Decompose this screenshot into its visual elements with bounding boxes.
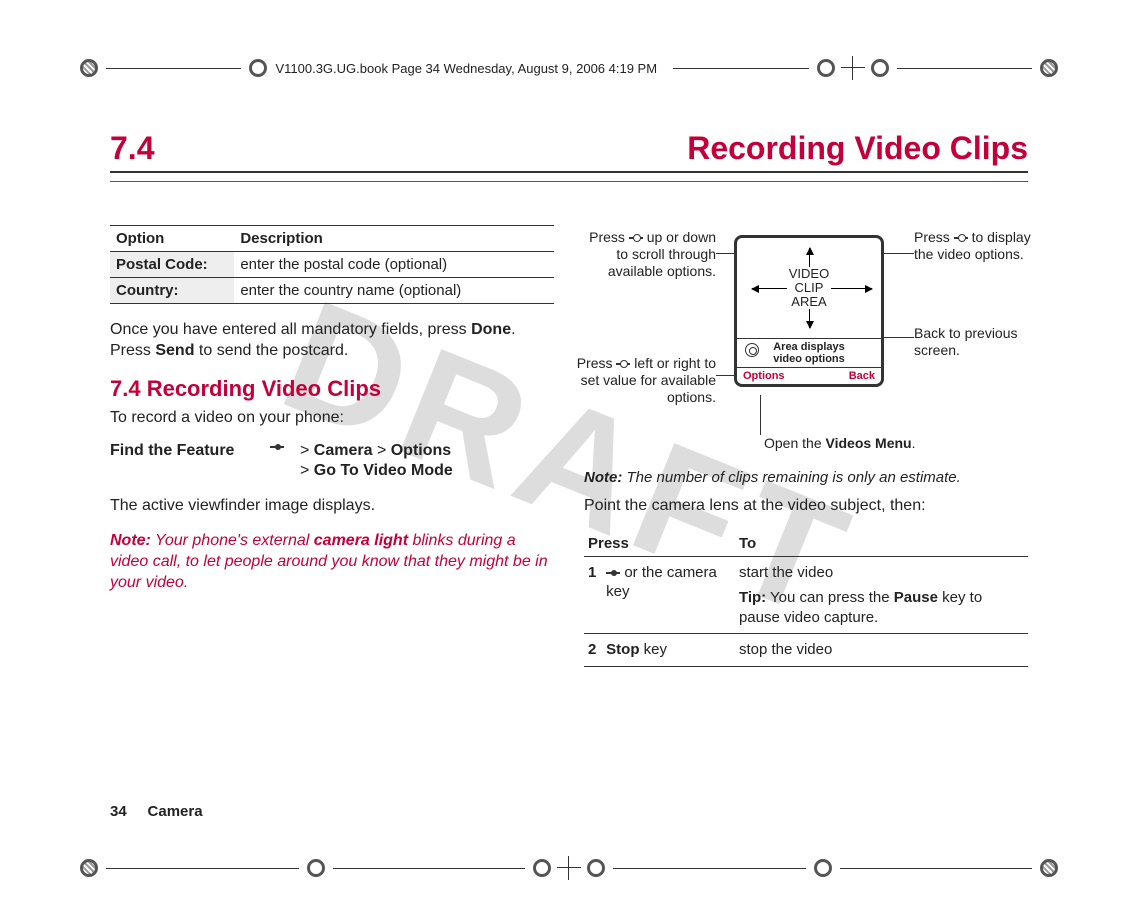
option-table: Option Description Postal Code: enter th… <box>110 225 554 304</box>
ring-marker-icon <box>1040 859 1058 877</box>
page-footer: 34 Camera <box>110 803 203 820</box>
page-top-header: V1100.3G.UG.book Page 34 Wednesday, Augu… <box>80 56 1058 80</box>
book-tag: V1100.3G.UG.book Page 34 Wednesday, Augu… <box>275 61 657 76</box>
ring-marker-icon <box>814 859 832 877</box>
rule-line <box>673 68 808 69</box>
callout-scroll: Press up or down to scroll through avail… <box>576 229 716 279</box>
ring-marker-icon <box>307 859 325 877</box>
table-row: Country: enter the country name (optiona… <box>110 278 554 304</box>
find-the-feature: Find the Feature > Camera > Options > Go… <box>110 442 554 480</box>
description-cell: enter the country name (optional) <box>234 278 554 304</box>
nav-key-icon <box>270 442 284 452</box>
section-number: 7.4 <box>110 130 154 167</box>
video-mode-diagram: Press up or down to scroll through avail… <box>584 225 1028 465</box>
crop-mark-icon <box>533 856 605 880</box>
callout-left-right: Press left or right to set value for ava… <box>576 355 716 405</box>
option-table-header: Description <box>234 226 554 252</box>
paragraph: Point the camera lens at the video subje… <box>584 496 1028 517</box>
feature-label: Find the Feature <box>110 442 270 480</box>
phone-screen-mockup: VIDEOCLIPAREA Area displays video option… <box>734 235 884 387</box>
step-table-header: Press <box>584 531 735 557</box>
nav-indicator-icon <box>745 343 759 357</box>
ring-marker-icon <box>249 59 267 77</box>
crop-mark-icon <box>817 56 889 80</box>
nav-key-icon <box>616 359 630 369</box>
section-header: 7.4 Recording Video Clips <box>110 130 1028 173</box>
step-table: Press To 1 or the camera key start the v… <box>584 531 1028 667</box>
callout-back: Back to previous screen. <box>914 325 1034 359</box>
section-title: Recording Video Clips <box>687 130 1028 167</box>
left-column: Option Description Postal Code: enter th… <box>110 225 554 667</box>
paragraph: To record a video on your phone: <box>110 408 554 429</box>
rule-line <box>106 68 241 69</box>
nav-key-icon <box>606 568 620 578</box>
note-text: Note: Your phone's external camera light… <box>110 531 554 593</box>
page-number: 34 <box>110 803 127 820</box>
ring-marker-icon <box>80 859 98 877</box>
step-table-header: To <box>735 531 1028 557</box>
table-row: Postal Code: enter the postal code (opti… <box>110 252 554 278</box>
video-clip-area-label: VIDEOCLIPAREA <box>787 267 831 310</box>
chapter-name: Camera <box>148 803 203 820</box>
paragraph: The active viewfinder image displays. <box>110 496 554 517</box>
ring-marker-icon <box>1040 59 1058 77</box>
option-cell: Country: <box>110 278 234 304</box>
option-table-header: Option <box>110 226 234 252</box>
subsection-heading: 7.4 Recording Video Clips <box>110 376 554 402</box>
paragraph: Once you have entered all mandatory fiel… <box>110 320 554 362</box>
description-cell: enter the postal code (optional) <box>234 252 554 278</box>
table-row: 1 or the camera key start the video Tip:… <box>584 556 1028 634</box>
note-text: Note: The number of clips remaining is o… <box>584 469 1028 486</box>
nav-key-icon <box>954 233 968 243</box>
nav-key-icon <box>629 233 643 243</box>
options-strip-line1: Area displays <box>773 341 845 353</box>
option-cell: Postal Code: <box>110 252 234 278</box>
page-bottom-header <box>80 856 1058 880</box>
callout-open-menu: Open the Videos Menu. <box>764 435 915 452</box>
table-row: 2 Stop key stop the video <box>584 634 1028 667</box>
options-strip-line2: video options <box>773 353 845 365</box>
softkey-back: Back <box>849 370 875 382</box>
rule-line <box>897 68 1032 69</box>
right-column: Press up or down to scroll through avail… <box>584 225 1028 667</box>
ring-marker-icon <box>80 59 98 77</box>
callout-display-options: Press to display the video options. <box>914 229 1034 263</box>
softkey-options: Options <box>743 370 785 382</box>
